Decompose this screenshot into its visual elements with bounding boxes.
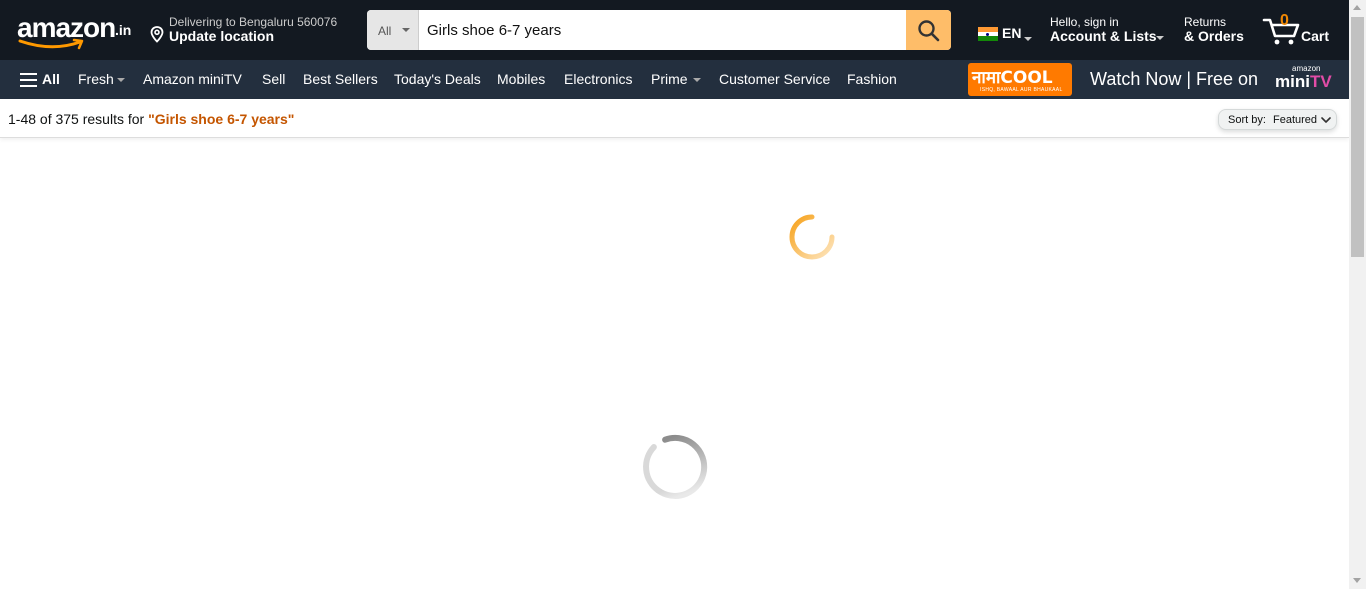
smile-arrow-icon [18, 38, 84, 50]
nav-item-sell[interactable]: Sell [262, 60, 287, 99]
sort-by-value: Featured [1273, 114, 1318, 126]
namacool-logo: नामाCOOL ISHQ, BAWAAL AUR BHAUKAAL [968, 63, 1072, 96]
nav-item-mobiles[interactable]: Mobiles [497, 60, 548, 99]
cart-button[interactable]: 0 Cart [1260, 10, 1338, 50]
update-location-label: Update location [169, 28, 275, 44]
results-query: "Girls shoe 6-7 years" [148, 111, 295, 127]
search-icon [918, 20, 940, 42]
results-count-text: 1-48 of 375 results for [8, 111, 149, 127]
account-and-lists[interactable]: Hello, sign in Account & Lists [1046, 10, 1170, 50]
nav-item-electronics[interactable]: Electronics [564, 60, 634, 99]
minitv-logo-tv: TV [1309, 72, 1332, 91]
chevron-down-icon [117, 78, 125, 82]
nav-item-label: Fashion [847, 71, 897, 87]
nav-item-label: Prime [651, 71, 688, 87]
account-greeting: Hello, sign in [1050, 15, 1119, 29]
amazon-logo[interactable]: amazon .in [12, 10, 136, 50]
nav-item-label: Electronics [564, 71, 633, 87]
scroll-up-arrow-icon[interactable] [1353, 5, 1361, 10]
search-category-label: All [378, 24, 392, 38]
returns-and-orders[interactable]: Returns & Orders [1180, 10, 1252, 50]
top-nav-bar: amazon .in Delivering to Bengaluru 56007… [0, 0, 1349, 60]
results-info-bar: 1-48 of 375 results for "Girls shoe 6-7 … [0, 99, 1349, 138]
nav-item-label: Amazon miniTV [143, 71, 242, 87]
returns-label: Returns [1184, 15, 1227, 29]
cart-label: Cart [1301, 28, 1330, 44]
results-count: 1-48 of 375 results for "Girls shoe 6-7 … [8, 111, 294, 127]
delivery-line-1: Delivering to Bengaluru 560076 [169, 15, 338, 29]
hamburger-icon [20, 73, 37, 87]
all-menu-label: All [42, 71, 60, 87]
minitv-logo-wordmark: miniTV [1275, 72, 1332, 92]
chevron-down-icon [1024, 37, 1032, 41]
nav-item-fashion[interactable]: Fashion [847, 60, 897, 99]
nav-item-label: Mobiles [497, 71, 546, 87]
nav-item-label: Today's Deals [394, 71, 481, 87]
promo-watch-text: Watch Now | Free on [1090, 69, 1259, 89]
minitv-logo-mini: mini [1275, 72, 1310, 91]
scrollbar-thumb[interactable] [1351, 17, 1364, 257]
scroll-down-arrow-icon[interactable] [1353, 578, 1361, 583]
search-input[interactable] [419, 10, 906, 50]
nav-item-label: Customer Service [719, 71, 831, 87]
language-code: EN [1002, 25, 1022, 41]
nav-item-todays-deals[interactable]: Today's Deals [394, 60, 481, 99]
location-pin-icon [150, 26, 164, 43]
main-nav-bar: All Fresh Amazon miniTV Sell Best Seller… [0, 60, 1349, 99]
all-menu-button[interactable]: All [20, 60, 62, 99]
language-selector[interactable]: EN [974, 14, 1038, 48]
namacool-tagline: ISHQ, BAWAAL AUR BHAUKAAL [980, 87, 1063, 93]
cart-count: 0 [1280, 12, 1289, 29]
namacool-brand-text: नामाCOOL [972, 68, 1053, 88]
nav-item-best-sellers[interactable]: Best Sellers [303, 60, 378, 99]
search-button[interactable] [906, 10, 951, 50]
search-category-dropdown[interactable]: All [367, 10, 419, 50]
loading-spinner-icon [789, 214, 835, 260]
account-lists-label: Account & Lists [1050, 28, 1157, 44]
search-bar: All [367, 10, 951, 50]
vertical-scrollbar[interactable] [1349, 0, 1366, 589]
loading-spinner-icon [643, 434, 708, 499]
nav-item-customer-service[interactable]: Customer Service [719, 60, 831, 99]
nav-item-prime[interactable]: Prime [651, 60, 703, 99]
orders-label: & Orders [1184, 28, 1244, 44]
nav-item-label: Sell [262, 71, 286, 87]
chevron-down-icon [402, 28, 410, 32]
minitv-logo: amazon miniTV [1275, 64, 1339, 96]
chevron-down-icon [1321, 117, 1331, 123]
delivery-location[interactable]: Delivering to Bengaluru 560076 Update lo… [146, 10, 356, 50]
nav-item-amazon-minitv[interactable]: Amazon miniTV [143, 60, 245, 99]
india-flag-icon [978, 27, 998, 41]
nav-item-label: Best Sellers [303, 71, 378, 87]
sort-by-label: Sort by: [1228, 114, 1266, 126]
chevron-down-icon [693, 78, 701, 82]
nav-item-fresh[interactable]: Fresh [78, 60, 126, 99]
chevron-down-icon [1156, 36, 1164, 40]
nav-item-label: Fresh [78, 71, 114, 87]
logo-tld: .in [115, 22, 132, 38]
page: amazon .in Delivering to Bengaluru 56007… [0, 0, 1349, 589]
sort-by-dropdown[interactable]: Sort by: Featured [1218, 109, 1337, 130]
minitv-promo-banner[interactable]: नामाCOOL ISHQ, BAWAAL AUR BHAUKAAL Watch… [968, 61, 1349, 98]
